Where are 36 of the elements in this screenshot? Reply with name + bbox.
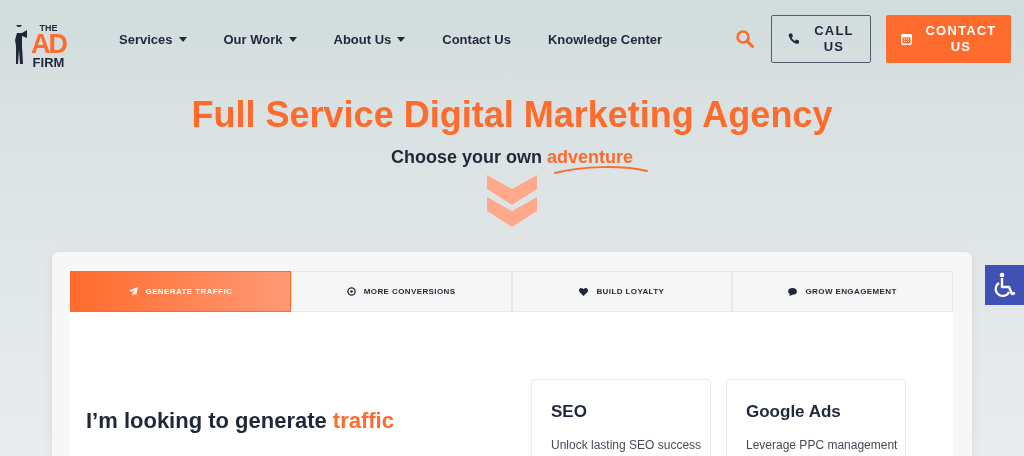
chat-bubble-icon [788, 287, 798, 296]
service-card[interactable]: SEO Unlock lasting SEO success [531, 379, 711, 456]
service-description: Leverage PPC management [746, 438, 899, 452]
phone-icon [788, 33, 801, 45]
caret-icon [288, 36, 297, 42]
heart-icon [579, 287, 589, 296]
tab[interactable]: GROW ENGAGEMENT [732, 271, 953, 312]
nav-link[interactable]: Our Work [223, 31, 297, 47]
panel-heading-highlight: traffic [332, 408, 394, 433]
nav-link[interactable]: Knowledge Center [547, 31, 663, 47]
call-button[interactable]: CALL US [771, 15, 871, 63]
paper-plane-icon [128, 287, 138, 296]
logo-text: THE [39, 24, 58, 34]
logo-text: AD [31, 33, 66, 56]
wheelchair-icon [992, 272, 1017, 298]
figure-icon [15, 25, 29, 65]
calendar-icon [900, 33, 912, 45]
tab[interactable]: MORE CONVERSIONS [290, 271, 512, 312]
nav-link[interactable]: About Us [333, 31, 406, 47]
caret-icon [397, 36, 406, 42]
chevron-down-icon [487, 174, 537, 227]
service-description: Unlock lasting SEO success [551, 438, 703, 452]
nav-link[interactable]: Services [119, 31, 187, 47]
nav-link[interactable]: Contact Us [442, 31, 511, 47]
service-title: SEO [551, 402, 588, 422]
tab[interactable]: BUILD LOYALTY [511, 271, 733, 312]
hero-title: Full Service Digital Marketing Agency [190, 95, 834, 135]
service-title: Google Ads [746, 402, 842, 422]
caret-icon [178, 36, 187, 42]
target-icon [346, 287, 356, 296]
service-card[interactable]: Google Ads Leverage PPC management [726, 379, 906, 456]
hero-highlight: adventure [547, 146, 633, 167]
logo-text: FIRM [32, 56, 65, 69]
accessibility-button[interactable] [985, 265, 1024, 305]
hero-subtitle: Choose your own [390, 146, 542, 167]
panel-heading: I’m looking to generate [86, 408, 327, 433]
